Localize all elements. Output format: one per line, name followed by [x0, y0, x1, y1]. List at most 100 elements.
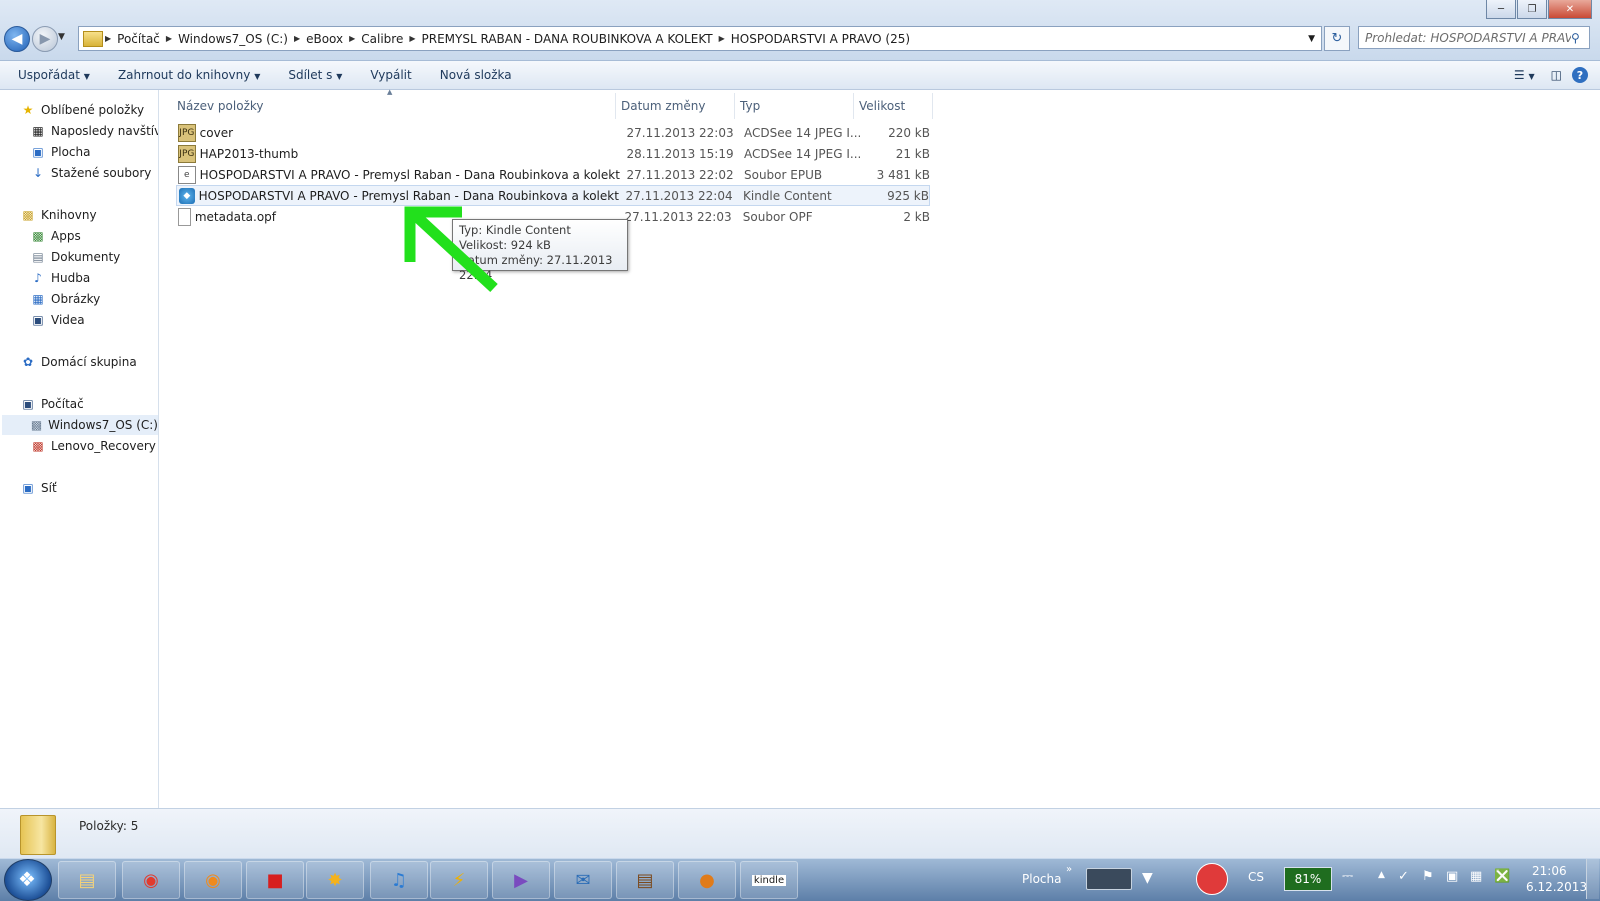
file-type: ACDSee 14 JPEG I...	[743, 146, 860, 161]
show-desktop-button[interactable]	[1586, 859, 1599, 899]
nav-libraries[interactable]: ▩ Knihovny	[20, 205, 96, 225]
search-input[interactable]: Prohledat: HOSPODARSTVI A PRAVO ... ⚲	[1358, 26, 1590, 49]
taskbar-winamp-icon[interactable]: ⚡	[430, 861, 488, 899]
downloads-icon: ↓	[32, 166, 44, 180]
nav-recent-label: Naposledy navštíven	[51, 124, 158, 138]
apps-library-icon: ▩	[32, 229, 44, 243]
green-arrow-annotation	[404, 206, 498, 293]
share-button[interactable]: Sdílet s ▼	[274, 68, 356, 82]
folder-large-icon	[20, 815, 56, 855]
file-row-selected[interactable]: ◆ HOSPODARSTVI A PRAVO - Premysl Raban -…	[176, 185, 930, 206]
taskbar-itunes-icon[interactable]: ♫	[370, 861, 428, 899]
nav-recent[interactable]: ▦ Naposledy navštíven	[30, 121, 158, 141]
column-header-date[interactable]: Datum změny	[616, 96, 734, 116]
chevron-right-icon[interactable]: »	[1066, 864, 1072, 875]
nav-videos[interactable]: ▣ Videa	[30, 310, 84, 330]
burn-button[interactable]: Vypálit	[356, 68, 425, 82]
taskbar-app-icon[interactable]: ✸	[306, 861, 364, 899]
signal-strength-icon[interactable]	[1086, 868, 1132, 890]
nav-computer[interactable]: ▣ Počítač	[20, 394, 83, 414]
search-icon[interactable]: ⚲	[1571, 31, 1589, 45]
taskbar-chrome-icon[interactable]: ◉	[122, 861, 180, 899]
nav-homegroup[interactable]: ✿ Domácí skupina	[20, 352, 137, 372]
security-shield-icon[interactable]: ✓	[1398, 869, 1409, 884]
column-header-type[interactable]: Typ	[735, 96, 853, 116]
chevron-down-icon: ▼	[254, 72, 261, 81]
organize-label: Uspořádat	[18, 68, 80, 82]
nav-network[interactable]: ▣ Síť	[20, 478, 56, 498]
taskbar-thunderbird-icon[interactable]: ✉	[554, 861, 612, 899]
breadcrumb-eboox[interactable]: eBoox	[300, 32, 349, 46]
nav-documents-label: Dokumenty	[51, 250, 121, 264]
drive-icon: ▩	[30, 418, 43, 432]
nav-apps[interactable]: ▩ Apps	[30, 226, 81, 246]
address-bar[interactable]: ▶ Počítač ▶ Windows7_OS (C:) ▶ eBoox ▶ C…	[78, 26, 1322, 51]
nav-recovery[interactable]: ▩ Lenovo_Recovery (Q	[30, 436, 158, 456]
new-folder-button[interactable]: Nová složka	[426, 68, 526, 82]
restore-button[interactable]: ❐	[1517, 0, 1547, 19]
clock-date[interactable]: 6.12.2013	[1526, 880, 1587, 894]
nav-favorites[interactable]: ★ Oblíbené položky	[20, 100, 144, 120]
file-name: HOSPODARSTVI A PRAVO - Premysl Raban - D…	[199, 167, 620, 182]
file-size: 3 481 kB	[876, 167, 930, 182]
file-size: 21 kB	[895, 146, 930, 161]
clock-time[interactable]: 21:06	[1532, 864, 1567, 878]
help-icon[interactable]: ?	[1572, 67, 1588, 83]
device-icon[interactable]: ▣	[1446, 869, 1458, 884]
breadcrumb-computer[interactable]: Počítač	[111, 32, 166, 46]
taskbar-kindle-icon[interactable]: kindle	[740, 861, 798, 899]
volume-muted-icon[interactable]: ❎	[1494, 869, 1510, 884]
back-button[interactable]: ◀	[4, 26, 30, 52]
jpeg-icon: JPG	[178, 144, 196, 163]
file-row[interactable]: e HOSPODARSTVI A PRAVO - Premysl Raban -…	[176, 164, 930, 185]
nav-favorites-label: Oblíbené položky	[41, 103, 145, 117]
file-name: cover	[199, 125, 234, 140]
close-button[interactable]: ✕	[1548, 0, 1592, 19]
address-dropdown-icon[interactable]: ▼	[1308, 34, 1315, 44]
refresh-icon[interactable]: ↻	[1324, 26, 1350, 51]
action-center-flag-icon[interactable]: ⚑	[1422, 869, 1434, 884]
nav-drive-c[interactable]: ▩ Windows7_OS (C:)	[2, 415, 158, 435]
nav-apps-label: Apps	[51, 229, 81, 243]
nav-pictures[interactable]: ▦ Obrázky	[30, 289, 100, 309]
nav-homegroup-label: Domácí skupina	[41, 355, 137, 369]
file-date: 28.11.2013 15:19	[626, 146, 734, 161]
column-header-name[interactable]: Název položky	[172, 96, 615, 116]
wireless-icon[interactable]: ▼	[1142, 870, 1153, 886]
forward-button[interactable]: ▶	[32, 26, 58, 52]
column-divider[interactable]	[932, 93, 933, 119]
file-row[interactable]: JPG cover 27.11.2013 22:03 ACDSee 14 JPE…	[176, 122, 930, 143]
recent-pages-dropdown-icon[interactable]: ▼	[58, 32, 65, 42]
battery-indicator[interactable]: 81%	[1284, 867, 1332, 891]
chevron-down-icon: ▼	[83, 72, 90, 81]
nav-documents[interactable]: ▤ Dokumenty	[30, 247, 120, 267]
breadcrumb-calibre[interactable]: Calibre	[355, 32, 409, 46]
nav-music[interactable]: ♪ Hudba	[30, 268, 90, 288]
network-signal-icon[interactable]: ▦	[1470, 869, 1482, 884]
taskbar-calibre-icon[interactable]: ▤	[616, 861, 674, 899]
breadcrumb-current-folder[interactable]: HOSPODARSTVI A PRAVO (25)	[725, 32, 916, 46]
minimize-button[interactable]: ─	[1486, 0, 1516, 19]
include-library-button[interactable]: Zahrnout do knihovny ▼	[104, 68, 274, 82]
preview-pane-icon[interactable]: ◫	[1541, 68, 1572, 82]
breadcrumb-author[interactable]: PREMYSL RABAN - DANA ROUBINKOVA A KOLEKT	[416, 32, 719, 46]
taskbar-acrobat-icon[interactable]: ■	[246, 861, 304, 899]
column-header-size[interactable]: Velikost	[854, 96, 932, 116]
taskbar-paint-icon[interactable]: ●	[678, 861, 736, 899]
organize-button[interactable]: Uspořádat ▼	[0, 68, 104, 82]
power-plug-icon[interactable]: ⎓	[1342, 868, 1353, 884]
tray-app-icon[interactable]	[1196, 863, 1228, 895]
taskbar-visual-studio-icon[interactable]: ▶	[492, 861, 550, 899]
taskbar-explorer-icon[interactable]: ▤	[58, 861, 116, 899]
nav-downloads-label: Stažené soubory	[51, 166, 152, 180]
view-options-icon[interactable]: ☰ ▼	[1508, 68, 1541, 82]
taskbar-firefox-icon[interactable]: ◉	[184, 861, 242, 899]
nav-downloads[interactable]: ↓ Stažené soubory	[30, 163, 151, 183]
breadcrumb-drive-c[interactable]: Windows7_OS (C:)	[172, 32, 294, 46]
nav-desktop[interactable]: ▣ Plocha	[30, 142, 90, 162]
show-hidden-icons-icon[interactable]: ▲	[1378, 870, 1385, 880]
language-indicator[interactable]: CS	[1248, 870, 1264, 884]
file-row[interactable]: JPG HAP2013-thumb 28.11.2013 15:19 ACDSe…	[176, 143, 930, 164]
desktop-toolbar-label[interactable]: Plocha	[1022, 872, 1061, 886]
file-type: Soubor EPUB	[743, 167, 823, 182]
